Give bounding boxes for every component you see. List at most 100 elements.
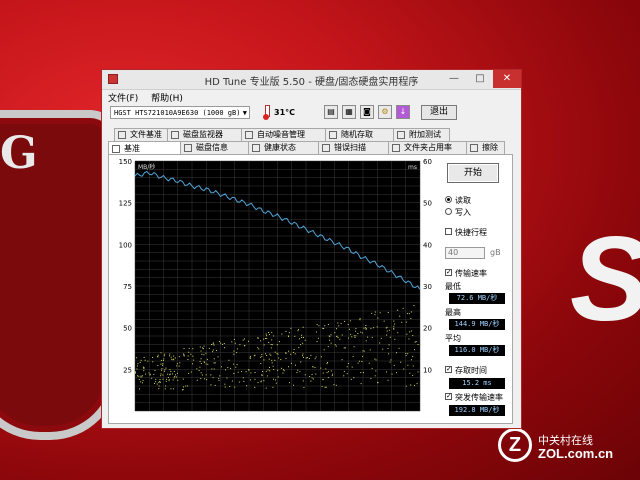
tab-error-scan[interactable]: 错误扫描 [318,141,389,154]
access-time-point [368,362,370,364]
access-time-point [363,350,365,352]
access-time-point [234,386,236,388]
burst-rate-option[interactable]: ✓ 突发传输速率 [445,392,503,403]
access-time-point [316,331,318,333]
copy-info-icon[interactable]: ▤ [324,105,338,119]
tab-disk-info[interactable]: 磁盘信息 [180,141,249,154]
access-time-point [276,344,278,346]
access-time-point [230,367,232,369]
transfer-rate-checkbox[interactable]: ✓ [445,269,452,276]
access-time-point [293,384,295,386]
copy-all-icon[interactable]: ▦ [342,105,356,119]
random-access-icon [329,131,337,139]
access-time-point [138,379,140,381]
minimize-button[interactable]: — [441,70,467,88]
short-stroke-input[interactable]: 40 [445,247,485,259]
exit-button[interactable]: 退出 [421,105,457,120]
access-time-point [196,368,198,370]
access-time-point [350,333,352,335]
tab-benchmark[interactable]: 基准 [108,141,181,155]
access-time-point [335,384,337,386]
access-time-point [323,349,325,351]
folder-usage-icon [392,144,400,152]
tab-erase[interactable]: 擦除 [466,141,505,154]
access-time-point [155,378,157,380]
access-time-point [200,358,202,360]
access-time-point [359,318,361,320]
menu-file[interactable]: 文件(F) [108,94,138,104]
access-time-point [169,374,171,376]
access-time-point [213,362,215,364]
access-time-option[interactable]: ✓ 存取时间 [445,365,487,376]
burst-rate-checkbox[interactable]: ✓ [445,393,452,400]
access-time-point [263,359,265,361]
hdtune-window: HD Tune 专业版 5.50 - 硬盘/固态硬盘实用程序 — □ ✕ 文件(… [101,69,522,429]
tab-aam[interactable]: 自动噪音管理 [241,128,326,141]
close-button[interactable]: ✕ [493,70,521,88]
read-option[interactable]: 读取 [445,195,471,206]
drive-select[interactable]: HGST HTS721010A9E630 (1000 gB) ▼ [110,106,250,119]
short-stroke-option[interactable]: 快捷行程 [445,227,487,238]
access-time-point [292,351,294,353]
tab-health[interactable]: 健康状态 [248,141,319,154]
write-option[interactable]: 写入 [445,207,471,218]
access-time-point [200,372,202,374]
tab-disk-monitor[interactable]: 磁盘监视器 [167,128,242,141]
access-time-point [164,353,166,355]
access-time-point [137,365,139,367]
access-time-point [357,332,359,334]
access-time-point [161,368,163,370]
start-button[interactable]: 开始 [447,163,499,183]
access-time-point [410,359,412,361]
access-time-point [333,384,335,386]
access-time-point [309,375,311,377]
access-time-point [210,384,212,386]
access-time-point [190,353,192,355]
access-time-point [285,330,287,332]
access-time-point [261,356,263,358]
access-time-point [201,353,203,355]
access-time-point [202,347,204,349]
disk-info-icon [184,144,192,152]
access-time-point [317,337,319,339]
write-radio[interactable] [445,208,452,215]
tab-folder-usage[interactable]: 文件夹占用率 [388,141,467,154]
access-time-checkbox[interactable]: ✓ [445,366,452,373]
access-time-point [402,307,404,309]
access-time-point [346,366,348,368]
access-time-point [344,320,346,322]
maximize-button[interactable]: □ [467,70,493,88]
tab-random-access[interactable]: 随机存取 [325,128,394,141]
save-icon[interactable]: ↓ [396,105,410,119]
short-stroke-checkbox[interactable] [445,228,452,235]
access-time-point [213,358,215,360]
options-icon[interactable]: ⚙ [378,105,392,119]
access-time-point [300,361,302,363]
access-time-point [294,335,296,337]
access-time-point [250,355,252,357]
access-time-point [253,355,255,357]
access-time-point [386,371,388,373]
access-time-point [337,336,339,338]
transfer-rate-option[interactable]: ✓ 传输速率 [445,268,487,279]
access-time-point [326,372,328,374]
access-time-point [212,377,214,379]
screenshot-icon[interactable]: ◙ [360,105,374,119]
access-time-point [327,377,329,379]
access-time-point [413,349,415,351]
access-time-point [139,361,141,363]
access-time-point [341,359,343,361]
access-time-point [161,369,163,371]
access-time-point [365,324,367,326]
access-time-point [261,374,263,376]
tab-extra-tests[interactable]: 附加测试 [393,128,450,141]
access-time-point [173,377,175,379]
access-time-point [350,378,352,380]
menu-help[interactable]: 帮助(H) [151,94,183,104]
title-bar[interactable]: HD Tune 专业版 5.50 - 硬盘/固态硬盘实用程序 — □ ✕ [102,70,521,90]
access-time-point [348,328,350,330]
read-radio[interactable] [445,196,452,203]
access-time-point [266,355,268,357]
tab-file-benchmark[interactable]: 文件基准 [114,128,168,141]
min-value: 72.6 MB/秒 [449,293,505,304]
